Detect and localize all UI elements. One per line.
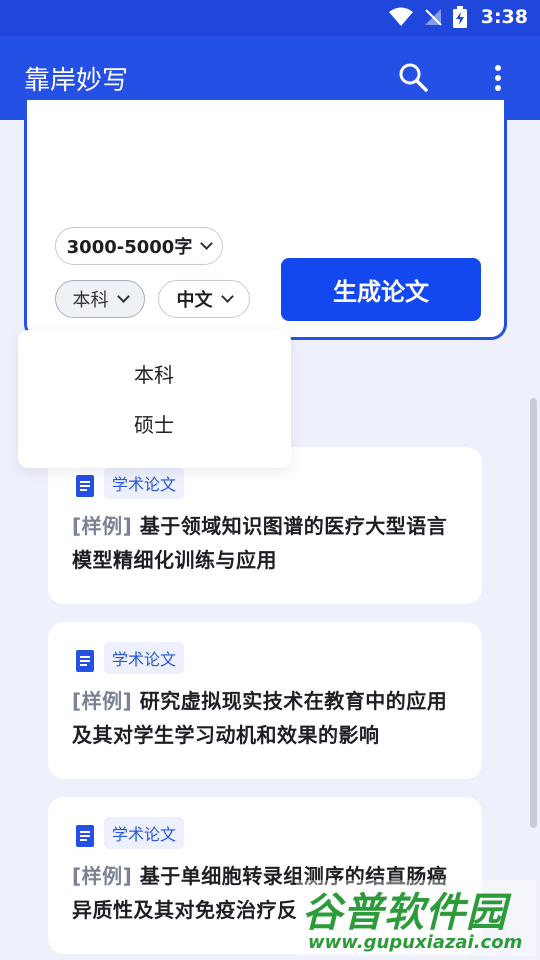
sample-card[interactable]: 学术论文 [样例] 研究虚拟现实技术在教育中的应用及其对学生学习动机和效果的影响 xyxy=(48,622,482,779)
chevron-down-icon xyxy=(200,237,214,250)
generate-paper-button[interactable]: 生成论文 xyxy=(281,258,481,321)
degree-dropdown-menu: 本科 硕士 xyxy=(18,330,291,468)
status-bar: 3:38 xyxy=(0,0,540,36)
status-time: 3:38 xyxy=(480,6,528,28)
app-title: 靠岸妙写 xyxy=(24,66,129,96)
document-icon xyxy=(76,650,94,672)
sample-prefix: [样例] xyxy=(72,864,133,888)
battery-charging-icon xyxy=(452,6,467,28)
degree-select[interactable]: 本科 xyxy=(55,280,145,318)
scrollbar[interactable] xyxy=(530,398,537,828)
watermark-name: 谷普软件园 xyxy=(302,890,507,936)
category-tag: 学术论文 xyxy=(104,642,185,674)
more-vert-icon xyxy=(495,65,501,91)
category-tag: 学术论文 xyxy=(104,467,185,499)
category-tag: 学术论文 xyxy=(104,817,185,849)
dropdown-option-master[interactable]: 硕士 xyxy=(18,400,291,446)
sample-prefix: [样例] xyxy=(72,514,133,538)
sample-title: [样例] 基于领域知识图谱的医疗大型语言模型精细化训练与应用 xyxy=(72,509,464,577)
document-icon xyxy=(76,825,94,847)
generator-card: 3000-5000字 本科 中文 生成论文 xyxy=(24,100,507,340)
chevron-down-icon xyxy=(220,290,234,303)
no-signal-icon xyxy=(424,9,442,26)
watermark-url: www.gupuxiazai.com xyxy=(308,932,523,953)
search-icon xyxy=(399,63,428,92)
sample-card[interactable]: 学术论文 [样例] 基于领域知识图谱的医疗大型语言模型精细化训练与应用 xyxy=(48,447,482,604)
language-select[interactable]: 中文 xyxy=(158,280,250,318)
sample-prefix: [样例] xyxy=(72,689,133,713)
word-count-select[interactable]: 3000-5000字 xyxy=(55,227,223,265)
degree-value: 本科 xyxy=(72,290,109,311)
word-count-value: 3000-5000字 xyxy=(66,237,193,258)
document-icon xyxy=(76,475,94,497)
search-button[interactable] xyxy=(396,60,432,96)
status-icons: 3:38 xyxy=(388,6,528,28)
more-options-button[interactable] xyxy=(484,60,512,96)
watermark: 谷普软件园 www.gupuxiazai.com xyxy=(296,880,536,956)
wifi-icon xyxy=(388,7,413,26)
chevron-down-icon xyxy=(116,290,130,303)
sample-title: [样例] 研究虚拟现实技术在教育中的应用及其对学生学习动机和效果的影响 xyxy=(72,684,464,752)
dropdown-option-bachelor[interactable]: 本科 xyxy=(18,350,291,396)
language-value: 中文 xyxy=(176,290,213,311)
